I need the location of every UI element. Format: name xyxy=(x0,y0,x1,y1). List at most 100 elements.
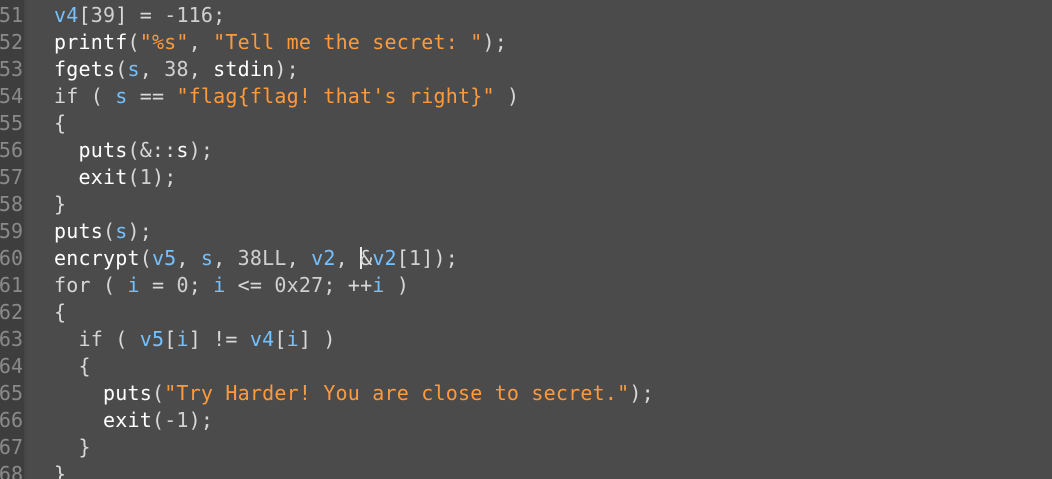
punctuation-token: ); xyxy=(188,138,214,162)
line-number: 60 xyxy=(0,246,23,270)
line-number: 63 xyxy=(0,327,23,351)
variable-token[interactable]: v5 xyxy=(152,246,176,270)
punctuation-token: [ xyxy=(164,327,177,351)
code-line[interactable]: if ( s == "flag{flag! that's right}" ) xyxy=(54,83,519,110)
punctuation-token: [ xyxy=(396,246,410,270)
variable-token[interactable]: s xyxy=(115,84,127,108)
punctuation-token: ( xyxy=(139,246,152,270)
variable-token[interactable]: i xyxy=(372,273,384,297)
identifier-token[interactable]: encrypt xyxy=(54,246,140,270)
code-line[interactable]: { xyxy=(54,353,91,380)
code-line[interactable]: puts(&::s); xyxy=(54,137,213,164)
keyword-token: if xyxy=(54,84,79,108)
number-literal: 1 xyxy=(409,246,422,270)
identifier-token[interactable]: exit xyxy=(78,165,127,189)
number-literal: 1 xyxy=(139,165,152,189)
variable-token[interactable]: i xyxy=(213,273,225,297)
identifier-token[interactable]: puts xyxy=(54,219,103,243)
punctuation-token: ( xyxy=(127,30,140,54)
code-line[interactable]: { xyxy=(54,299,66,326)
code-line[interactable]: } xyxy=(54,434,91,461)
line-number: 68 xyxy=(0,462,23,479)
variable-token[interactable]: v2 xyxy=(372,246,396,270)
punctuation-token: , xyxy=(213,246,238,270)
punctuation-token: ( xyxy=(151,408,165,432)
punctuation-token: ]); xyxy=(421,246,459,270)
variable-token[interactable]: i xyxy=(287,327,299,351)
number-literal: 38 xyxy=(164,57,189,81)
number-literal: 38LL xyxy=(237,246,287,270)
code-line[interactable]: for ( i = 0; i <= 0x27; ++i ) xyxy=(54,272,409,299)
identifier-token[interactable]: stdin xyxy=(213,57,274,81)
identifier-token[interactable]: printf xyxy=(54,30,127,54)
punctuation-token: ); xyxy=(274,57,299,81)
punctuation-token: ( xyxy=(78,84,116,108)
line-number: 67 xyxy=(0,435,23,459)
code-line[interactable]: puts("Try Harder! You are close to secre… xyxy=(54,380,654,407)
punctuation-token: & xyxy=(360,246,373,270)
punctuation-token: ( xyxy=(102,219,116,243)
keyword-token: for xyxy=(54,273,91,297)
punctuation-token: , xyxy=(188,57,214,81)
gutter-separator xyxy=(24,0,27,479)
pseudocode-editor[interactable]: 51 52 53 54 55 56 57 58 59 60 61 62 63 64 65 66 67 68 v4[… xyxy=(0,0,1052,479)
punctuation-token: ); xyxy=(629,381,654,405)
variable-token[interactable]: i xyxy=(176,327,188,351)
variable-token[interactable]: s xyxy=(115,219,127,243)
code-line[interactable]: exit(1); xyxy=(54,164,176,191)
number-literal: 0 xyxy=(176,273,189,297)
punctuation-token: } xyxy=(78,435,91,459)
identifier-token[interactable]: fgets xyxy=(54,57,115,81)
code-line[interactable]: { xyxy=(54,110,66,137)
code-line[interactable]: printf("%s", "Tell me the secret: "); xyxy=(54,29,507,56)
code-line[interactable]: } xyxy=(54,191,66,218)
identifier-token[interactable]: puts xyxy=(103,381,152,405)
identifier-token[interactable]: s xyxy=(176,138,188,162)
operator-token: != xyxy=(200,327,250,351)
string-literal: "flag{flag! that's right}" xyxy=(176,84,495,108)
code-line[interactable]: encrypt(v5, s, 38LL, v2, &v2[1]); xyxy=(54,245,458,272)
code-line[interactable]: puts(s); xyxy=(54,218,152,245)
operator-token: = xyxy=(139,273,177,297)
code-line[interactable]: if ( v5[i] != v4[i] ) xyxy=(54,326,336,353)
punctuation-token: } xyxy=(54,462,67,479)
variable-token[interactable]: v4 xyxy=(54,3,78,27)
code-line[interactable]: exit(-1); xyxy=(54,407,213,434)
punctuation-token: ); xyxy=(482,30,507,54)
punctuation-token: ); xyxy=(151,165,177,189)
keyword-token: if xyxy=(78,327,103,351)
variable-token[interactable]: s xyxy=(127,57,139,81)
code-area[interactable]: v4[39] = -116; printf("%s", "Tell me the … xyxy=(54,0,1044,479)
punctuation-token: ) xyxy=(494,84,520,108)
variable-token[interactable]: v5 xyxy=(140,327,164,351)
punctuation-token: [ xyxy=(78,3,91,27)
punctuation-token: ); xyxy=(127,219,152,243)
identifier-token[interactable]: puts xyxy=(78,138,127,162)
variable-token[interactable]: v4 xyxy=(250,327,274,351)
line-number: 53 xyxy=(0,57,23,81)
code-line[interactable]: v4[39] = -116; xyxy=(54,2,225,29)
string-literal: "Tell me the secret: " xyxy=(213,30,483,54)
variable-token[interactable]: s xyxy=(201,246,213,270)
operator-token: = xyxy=(127,3,165,27)
punctuation-token: ; xyxy=(323,273,348,297)
punctuation-token: ; xyxy=(213,3,226,27)
operator-token: ++ xyxy=(347,273,373,297)
code-line[interactable]: } xyxy=(54,461,66,479)
variable-token[interactable]: i xyxy=(127,273,139,297)
punctuation-token: { xyxy=(54,300,67,324)
line-number: 59 xyxy=(0,219,23,243)
line-number: 52 xyxy=(0,30,23,54)
line-number: 55 xyxy=(0,111,23,135)
punctuation-token: { xyxy=(54,111,67,135)
variable-token[interactable]: v2 xyxy=(311,246,335,270)
line-number: 64 xyxy=(0,354,23,378)
line-number: 51 xyxy=(0,3,23,27)
code-line[interactable]: fgets(s, 38, stdin); xyxy=(54,56,299,83)
identifier-token[interactable]: exit xyxy=(103,408,152,432)
punctuation-token: ( xyxy=(90,273,128,297)
